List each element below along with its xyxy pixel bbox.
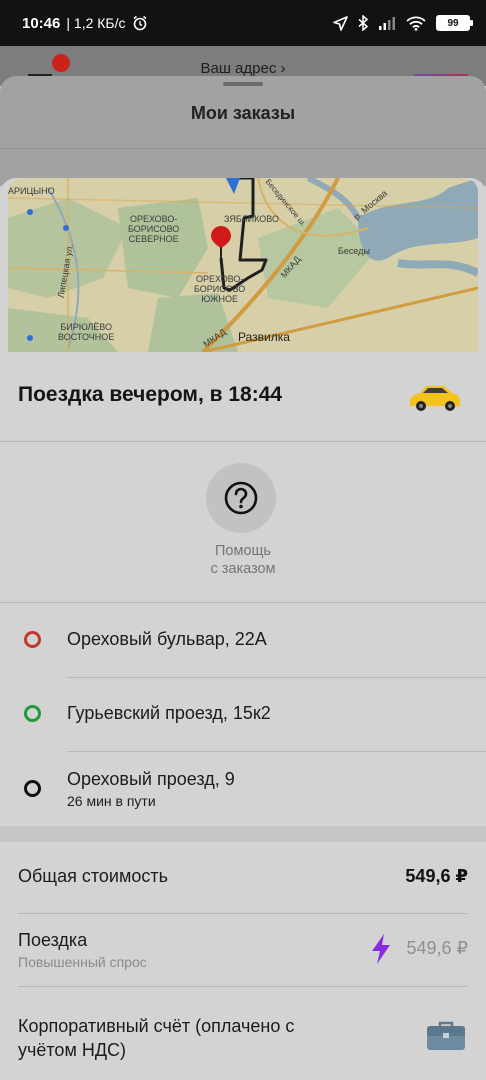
total-cost-value: 549,6 ₽ bbox=[405, 866, 468, 886]
help-label-line1: Помощь bbox=[214, 543, 271, 559]
route-point-end[interactable]: Ореховый проезд, 9 26 мин в пути bbox=[0, 751, 486, 826]
trip-title: Поездка вечером, в 18:44 bbox=[18, 383, 283, 406]
alarm-icon bbox=[133, 15, 146, 31]
status-network-speed: | 1,2 КБ/с bbox=[66, 15, 126, 31]
divider bbox=[18, 913, 468, 914]
end-point-icon bbox=[24, 780, 41, 797]
battery-level: 99 bbox=[447, 17, 459, 29]
help-button[interactable] bbox=[206, 463, 276, 533]
map-label-zyablikovo: ЗЯБЛИКОВО bbox=[224, 214, 279, 224]
surge-bolt-icon bbox=[372, 934, 390, 964]
signal-icon bbox=[379, 17, 395, 30]
orders-sheet: Мои заказы bbox=[0, 76, 486, 186]
route-address: Ореховый проезд, 9 bbox=[67, 769, 235, 789]
route-address: Гурьевский проезд, 15к2 bbox=[67, 703, 271, 723]
question-icon bbox=[224, 481, 258, 515]
payment-method-row[interactable]: Корпоративный счёт (оплачено с учётом НД… bbox=[18, 1014, 468, 1064]
surge-label: Повышенный спрос bbox=[18, 954, 147, 970]
map-label-orekhovo-north: ОРЕХОВО- БОРИСОВО СЕВЕРНОЕ bbox=[128, 214, 180, 244]
orders-sheet-title: Мои заказы bbox=[190, 103, 296, 123]
help-label-line2: с заказом bbox=[210, 561, 276, 577]
route-duration: 26 мин в пути bbox=[67, 793, 156, 809]
map-label-aritsyno: АРИЦЫНО bbox=[8, 186, 55, 196]
corporate-line1: Корпоративный счёт (оплачено с bbox=[18, 1016, 295, 1036]
taxi-car-icon bbox=[410, 386, 460, 411]
divider bbox=[0, 148, 486, 149]
map-label-biryulevo: БИРЮЛЁВО ВОСТОЧНОЕ bbox=[58, 322, 115, 342]
route-point-stop[interactable]: Гурьевский проезд, 15к2 bbox=[0, 677, 486, 751]
status-time: 10:46 bbox=[22, 14, 61, 32]
wifi-icon bbox=[406, 16, 426, 31]
map-label-besedy: Беседы bbox=[338, 246, 370, 256]
ride-label: Поездка bbox=[18, 930, 88, 950]
start-point-icon bbox=[24, 631, 41, 648]
corporate-line2: учётом НДС) bbox=[18, 1040, 126, 1060]
ride-cost-row[interactable]: Поездка Повышенный спрос 549,6 ₽ bbox=[18, 930, 468, 974]
total-cost-row: Общая стоимость 549,6 ₽ bbox=[18, 866, 468, 890]
status-bar: 10:46 | 1,2 КБ/с 99 bbox=[0, 0, 486, 46]
briefcase-icon bbox=[427, 1021, 465, 1050]
bluetooth-icon bbox=[358, 15, 368, 31]
corporate-account-label: Корпоративный счёт (оплачено с учётом НД… bbox=[18, 1014, 294, 1062]
help-label[interactable]: Помощь с заказом bbox=[0, 542, 486, 578]
destination-pin-icon bbox=[211, 226, 231, 258]
route-point-start[interactable]: Ореховый бульвар, 22А bbox=[0, 602, 486, 678]
divider bbox=[0, 441, 486, 442]
ride-cost-value: 549,6 ₽ bbox=[406, 938, 469, 958]
map-label-razvilka: Развилка bbox=[238, 330, 290, 344]
route-address: Ореховый бульвар, 22А bbox=[67, 629, 267, 649]
map-label-orekhovo-south: ОРЕХОВО- БОРИСОВО ЮЖНОЕ bbox=[194, 274, 246, 304]
stop-point-icon bbox=[24, 705, 41, 722]
section-gap bbox=[0, 826, 486, 842]
location-arrow-icon bbox=[333, 15, 348, 31]
total-cost-label: Общая стоимость bbox=[18, 866, 168, 886]
route-map[interactable]: АРИЦЫНО ОРЕХОВО- БОРИСОВО СЕВЕРНОЕ ЗЯБЛИ… bbox=[8, 178, 478, 352]
orders-sheet-handle[interactable] bbox=[223, 82, 263, 86]
divider bbox=[18, 986, 468, 987]
battery-icon: 99 bbox=[436, 15, 473, 31]
order-details-card: АРИЦЫНО ОРЕХОВО- БОРИСОВО СЕВЕРНОЕ ЗЯБЛИ… bbox=[0, 178, 486, 1080]
